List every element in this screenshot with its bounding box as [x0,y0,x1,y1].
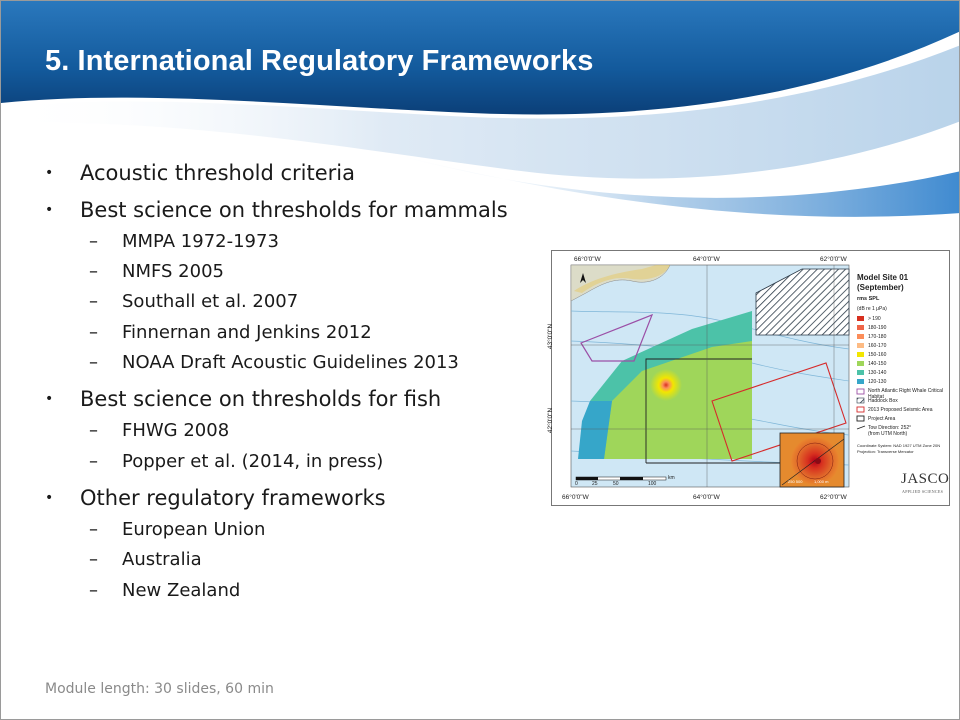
scale-tick: 25 [592,481,598,487]
bullet-text: Best science on thresholds for mammals [80,198,508,222]
sub-bullet-marker: – [89,451,98,472]
jasco-logo-sub: APPLIED SCIENCES [902,489,944,494]
legend-title: Model Site 01 [857,273,909,282]
bullet-marker: • [45,490,54,506]
sub-bullet-text: New Zealand [122,580,241,601]
legend-feature-label: Project Area [868,416,896,422]
projection: Projection: Transverse Mercator [857,449,914,454]
legend-level-label: 180-190 [868,325,887,331]
sub-bullet-marker: – [89,420,98,441]
slide-title: 5. International Regulatory Frameworks [45,45,594,77]
scale-tick: 100 [648,481,657,487]
coord-system: Coordinate System: NAD 1927 UTM Zone 20N [857,443,941,448]
sub-bullet-marker: – [89,322,98,343]
map-legend-swatches [857,316,864,384]
sub-bullet-text: FHWG 2008 [122,420,230,441]
sub-bullet-text: NOAA Draft Acoustic Guidelines 2013 [122,352,459,373]
lon-label: 66°0'0"W [574,256,601,263]
bullet-text: Acoustic threshold criteria [80,161,356,185]
legend-subtitle: (September) [857,283,904,292]
bullet-marker: • [45,165,54,181]
bullet-marker: • [45,202,54,218]
sub-bullet-text: European Union [122,519,266,540]
sub-bullet-marker: – [89,519,98,540]
legend-unit: (dB re 1 μPa) [857,306,887,312]
sub-bullet-marker: – [89,231,98,252]
tow-direction-sub: (from UTM North) [868,431,908,437]
sub-bullet-text: Popper et al. (2014, in press) [122,451,384,472]
legend-level-label: 120-130 [868,379,887,385]
scale-tick: 50 [613,481,619,487]
legend-level-label: 150-160 [868,352,887,358]
legend-feature-label: Haddock Box [868,398,898,404]
bullet-marker: • [45,391,54,407]
lat-label: 43°0'0"N [547,323,555,350]
sub-bullet-marker: – [89,580,98,601]
scale-tick: 0 [575,481,578,487]
bullet-text: Best science on thresholds for fish [80,387,442,411]
sub-bullet-marker: – [89,549,98,570]
map-legend-feature-symbols [856,388,866,430]
legend-level-label: 140-150 [868,361,887,367]
lon-label: 64°0'0"W [693,256,720,263]
legend-level-label: > 190 [868,316,881,322]
sub-bullet-marker: – [89,291,98,312]
lon-label: 62°0'0"W [820,494,847,501]
jasco-logo: JASCO [901,471,950,487]
slide: 5. International Regulatory Frameworks •… [0,0,960,720]
sub-bullet-text: MMPA 1972-1973 [122,231,279,252]
module-length-footer: Module length: 30 slides, 60 min [45,681,274,697]
sub-bullet-text: Southall et al. 2007 [122,291,299,312]
inset-scale: 250 500 [788,479,803,484]
lon-label: 64°0'0"W [693,494,720,501]
legend-feature-label: 2013 Proposed Seismic Area [868,407,933,413]
sound-source-hotspot [650,369,682,401]
lon-label: 66°0'0"W [562,494,589,501]
sub-bullet-marker: – [89,352,98,373]
legend-level-label: 170-180 [868,334,887,340]
sub-bullet-text: Australia [122,549,202,570]
sub-bullet-marker: – [89,261,98,282]
legend-metric: rms SPL [857,296,880,302]
inset-scale: 1,000 m [814,479,829,484]
legend-level-label: 130-140 [868,370,887,376]
sub-bullet-text: Finnernan and Jenkins 2012 [122,322,372,343]
sub-bullet-text: NMFS 2005 [122,261,224,282]
tow-direction-icon [856,425,866,430]
lat-label: 42°0'0"N [547,407,555,434]
lon-label: 62°0'0"W [820,256,847,263]
scale-unit: km [668,475,675,481]
bullet-text: Other regulatory frameworks [80,486,386,510]
sound-level-map-figure: 66°0'0"W 64°0'0"W 62°0'0"W 66°0'0"W 64°0… [547,250,950,506]
legend-level-label: 160-170 [868,343,887,349]
